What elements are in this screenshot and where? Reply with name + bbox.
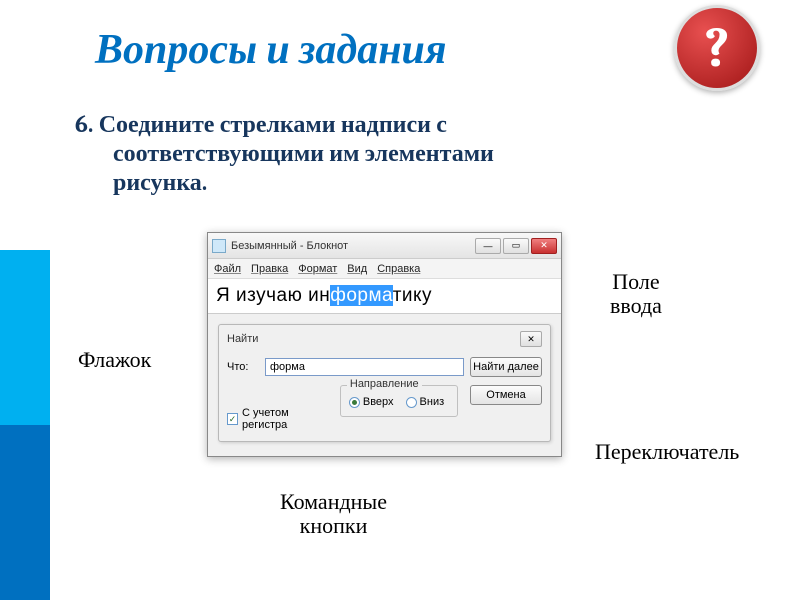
menu-file[interactable]: Файл (214, 263, 241, 275)
task-number: 6. (75, 110, 99, 138)
label-cmd-l2: кнопки (300, 513, 368, 538)
label-cmd-l1: Командные (280, 489, 387, 514)
menu-edit[interactable]: Правка (251, 263, 288, 275)
find-dialog: Найти ✕ Что: Найти далее ✓ С учетом реги… (218, 324, 551, 442)
cancel-button[interactable]: Отмена (470, 385, 542, 405)
radio-up-label: Вверх (363, 396, 394, 408)
radio-down[interactable]: Вниз (406, 396, 445, 408)
text-after: тику (393, 285, 432, 306)
notepad-titlebar[interactable]: Безымянный - Блокнот — ▭ ✕ (208, 233, 561, 259)
minimize-icon: — (484, 241, 493, 251)
find-close-button[interactable]: ✕ (520, 331, 542, 347)
menu-view[interactable]: Вид (347, 263, 367, 275)
notepad-text-area[interactable]: Я изучаю информатику (208, 279, 561, 314)
text-before: Я изучаю ин (216, 285, 330, 306)
direction-legend: Направление (347, 378, 422, 390)
task-line1: Соедините стрелками надписи с (99, 110, 447, 138)
maximize-icon: ▭ (512, 240, 521, 251)
checkbox-icon: ✓ (227, 413, 238, 425)
label-checkbox: Флажок (78, 348, 151, 372)
sidebar-accent-top (0, 250, 50, 425)
task-text: 6. Соедините стрелками надписи с соответ… (75, 110, 695, 196)
sidebar-accent-bottom (0, 425, 50, 600)
label-input-field-l2: ввода (610, 293, 662, 318)
find-dialog-title: Найти (227, 333, 520, 345)
close-icon: ✕ (540, 240, 548, 251)
label-input-field: Поле ввода (610, 270, 662, 318)
case-sensitive-checkbox[interactable]: ✓ С учетом регистра (227, 407, 328, 431)
maximize-button[interactable]: ▭ (503, 238, 529, 254)
label-input-field-l1: Поле (612, 269, 659, 294)
find-what-label: Что: (227, 361, 259, 373)
menu-help[interactable]: Справка (377, 263, 420, 275)
text-highlighted: форма (330, 285, 392, 306)
question-mark-icon: ? (704, 16, 729, 80)
radio-down-label: Вниз (420, 396, 445, 408)
notepad-title: Безымянный - Блокнот (231, 240, 475, 252)
notepad-app-icon (212, 239, 226, 253)
notepad-menubar: Файл Правка Формат Вид Справка (208, 259, 561, 279)
task-line2: соответствующими им элементами (113, 139, 494, 167)
direction-fieldset: Направление Вверх Вниз (340, 385, 458, 417)
close-window-button[interactable]: ✕ (531, 238, 557, 254)
find-what-input[interactable] (265, 358, 464, 376)
sidebar-accent (0, 250, 50, 600)
radio-up[interactable]: Вверх (349, 396, 394, 408)
notepad-window: Безымянный - Блокнот — ▭ ✕ Файл Правка Ф… (207, 232, 562, 457)
task-line3: рисунка. (113, 168, 207, 196)
page-title: Вопросы и задания (95, 25, 447, 74)
radio-up-icon (349, 397, 360, 408)
question-badge: ? (674, 5, 760, 91)
label-radio: Переключатель (595, 440, 739, 464)
find-next-button[interactable]: Найти далее (470, 357, 542, 377)
find-close-icon: ✕ (527, 334, 535, 345)
minimize-button[interactable]: — (475, 238, 501, 254)
case-sensitive-label: С учетом регистра (242, 407, 328, 431)
radio-down-icon (406, 397, 417, 408)
label-command-buttons: Командные кнопки (280, 490, 387, 538)
menu-format[interactable]: Формат (298, 263, 337, 275)
